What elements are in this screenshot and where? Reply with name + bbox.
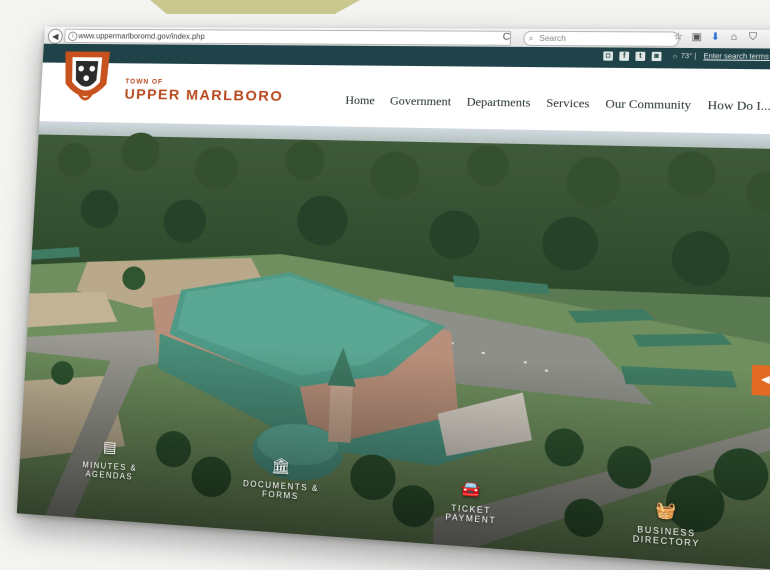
quick-link-minutes[interactable]: ▤ MINUTES & AGENDAS [61,436,159,483]
nav-our-community[interactable]: Our Community [605,96,691,113]
slide-toggle-button[interactable]: ◀ [751,364,770,397]
rss-icon[interactable]: ◘ [603,51,614,61]
facebook-icon[interactable]: f [619,51,630,61]
town-crest-icon[interactable] [57,49,116,109]
star-icon[interactable]: ☆ [673,31,684,42]
quick-link-business[interactable]: 🧺 BUSINESS DIRECTORY [611,498,724,550]
main-nav: Home Government Departments Services Our… [345,93,770,114]
address-bar[interactable]: i www.uppermarlboromd.gov/index.php [64,28,512,46]
browser-window: ◀ i www.uppermarlboromd.gov/index.php C … [16,26,770,570]
home-icon[interactable]: ⌂ [729,32,740,43]
info-icon: i [67,31,78,42]
clipboard-icon[interactable]: ▣ [691,32,702,43]
weather-readout: ☼ 73° | [671,52,697,61]
download-icon[interactable]: ⬇ [710,32,721,43]
site-title[interactable]: UPPER MARLBORO [124,86,283,105]
building-icon: 🏛 [270,457,293,477]
nav-government[interactable]: Government [390,94,452,110]
quick-link-documents[interactable]: 🏛 DOCUMENTS & FORMS [230,455,332,504]
car-icon: 🚘 [460,479,483,500]
quick-link-ticket[interactable]: 🚘 TICKET PAYMENT [418,477,525,527]
instagram-icon[interactable]: ◙ [651,51,662,62]
browser-icons: ☆ ▣ ⬇ ⌂ ⛉ [673,31,759,43]
nav-how-do-i[interactable]: How Do I... [707,98,770,115]
site-search-label: Enter search terms [703,53,769,61]
hero-image: ◀ ▤ MINUTES & AGENDAS 🏛 DOCUMENTS & FORM… [16,121,770,570]
site-search[interactable]: Enter search terms Q [703,53,770,61]
address-text: www.uppermarlboromd.gov/index.php [78,31,205,41]
social-links: ◘ f t ◙ [603,51,662,62]
back-button[interactable]: ◀ [47,28,64,44]
reload-button[interactable]: C [503,32,511,43]
nav-services[interactable]: Services [546,96,590,112]
shield-icon[interactable]: ⛉ [747,32,758,43]
document-icon: ▤ [102,438,119,457]
nav-departments[interactable]: Departments [466,95,530,111]
town-of-label: TOWN OF [125,78,164,86]
twitter-icon[interactable]: t [635,51,646,61]
nav-home[interactable]: Home [345,93,375,108]
browser-search-placeholder: Search [539,33,567,44]
photo-frame: ◀ i www.uppermarlboromd.gov/index.php C … [0,0,770,570]
browser-search-input[interactable]: ⌕ Search [523,30,680,47]
search-icon: ⌕ [528,33,534,43]
basket-icon: 🧺 [655,501,679,522]
